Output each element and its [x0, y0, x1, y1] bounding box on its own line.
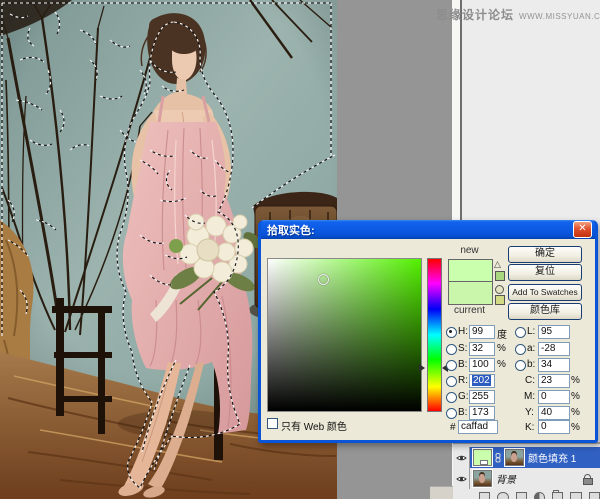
- y-input[interactable]: [538, 406, 570, 420]
- radio-r[interactable]: [446, 376, 457, 387]
- close-icon[interactable]: ✕: [573, 221, 592, 238]
- c-unit: %: [571, 375, 580, 386]
- s-input[interactable]: [469, 342, 495, 356]
- ok-button[interactable]: 确定: [508, 246, 582, 263]
- visibility-toggle[interactable]: [454, 447, 470, 468]
- hue-slider[interactable]: [427, 258, 442, 412]
- new-layer-icon[interactable]: [570, 492, 581, 499]
- b-lab-label: b:: [527, 359, 535, 370]
- radio-a[interactable]: [515, 344, 526, 355]
- add-to-swatches-button[interactable]: Add To Swatches: [508, 284, 582, 301]
- color-field-marker[interactable]: [318, 274, 329, 285]
- reset-button[interactable]: 复位: [508, 264, 582, 281]
- m-unit: %: [571, 391, 580, 402]
- y-unit: %: [571, 407, 580, 418]
- r-selected-text: 202: [472, 375, 491, 386]
- layer-style-icon[interactable]: [497, 492, 508, 499]
- add-mask-icon[interactable]: [516, 492, 527, 499]
- m-input[interactable]: [538, 390, 570, 404]
- g-input[interactable]: [469, 390, 495, 404]
- b-rgb-label: B:: [458, 407, 467, 418]
- watermark: 思缘设计论坛 WWW.MISSYUAN.COM: [436, 6, 600, 23]
- delete-layer-icon[interactable]: [589, 492, 600, 499]
- color-libraries-button[interactable]: 颜色库: [508, 303, 582, 320]
- hex-input[interactable]: [458, 420, 498, 434]
- watermark-url: WWW.MISSYUAN.COM: [519, 12, 600, 21]
- b-rgb-input[interactable]: [469, 406, 495, 420]
- saturation-brightness-field[interactable]: [267, 258, 422, 412]
- current-color-label: current: [448, 305, 491, 316]
- web-safe-color-swatch[interactable]: [495, 295, 505, 305]
- radio-l[interactable]: [515, 327, 526, 338]
- layers-panel: 颜色填充 1 背景: [453, 442, 600, 499]
- k-input[interactable]: [538, 420, 570, 434]
- new-group-icon[interactable]: [552, 492, 563, 499]
- hex-prefix: #: [450, 422, 456, 433]
- photoshop-workspace: 思缘设计论坛 WWW.MISSYUAN.COM 拾取实色: ✕ new curr…: [0, 0, 600, 499]
- c-input[interactable]: [538, 374, 570, 388]
- s-label: S:: [458, 343, 467, 354]
- link-icon: [494, 453, 502, 463]
- scrollbar-corner[interactable]: [430, 486, 453, 499]
- layer-mask-thumbnail[interactable]: [505, 449, 524, 466]
- dialog-titlebar[interactable]: 拾取实色: ✕: [261, 220, 595, 239]
- hue-slider-left-arrow-icon[interactable]: [419, 364, 425, 372]
- web-only-label: 只有 Web 颜色: [281, 418, 347, 433]
- radio-b-hsb[interactable]: [446, 360, 457, 371]
- radio-g[interactable]: [446, 392, 457, 403]
- k-label: K:: [525, 422, 534, 433]
- gamut-warning-icon[interactable]: △: [494, 260, 501, 269]
- dialog-title: 拾取实色:: [267, 222, 315, 238]
- layers-panel-toolbar: [479, 489, 600, 499]
- watermark-forum-name: 思缘设计论坛: [436, 6, 514, 23]
- h-unit: 度: [497, 326, 507, 341]
- c-label: C:: [525, 375, 535, 386]
- lock-icon: [583, 474, 592, 484]
- b-hsb-label: B:: [458, 359, 467, 370]
- r-label: R:: [458, 375, 468, 386]
- web-safe-icon[interactable]: [495, 285, 504, 294]
- b-hsb-input[interactable]: [469, 358, 495, 372]
- layer-name[interactable]: 背景: [496, 471, 516, 486]
- color-picker-dialog: 拾取实色: ✕ new current △ 确定 复位 Add To Swatc…: [258, 220, 598, 443]
- gamut-color-swatch[interactable]: [495, 271, 505, 281]
- g-label: G:: [458, 391, 469, 402]
- radio-s[interactable]: [446, 344, 457, 355]
- k-unit: %: [571, 422, 580, 433]
- new-color-label: new: [448, 245, 491, 256]
- layer-row-color-fill[interactable]: 颜色填充 1: [454, 447, 600, 468]
- s-unit: %: [497, 343, 506, 354]
- radio-b-rgb[interactable]: [446, 408, 457, 419]
- layer-name[interactable]: 颜色填充 1: [528, 450, 576, 465]
- current-color-swatch[interactable]: [448, 281, 493, 305]
- h-input[interactable]: [469, 325, 495, 339]
- m-label: M:: [524, 391, 535, 402]
- b-hsb-unit: %: [497, 359, 506, 370]
- eye-icon: [456, 454, 467, 462]
- y-label: Y:: [525, 407, 534, 418]
- l-input[interactable]: [538, 325, 570, 339]
- b-lab-input[interactable]: [538, 358, 570, 372]
- h-label: H:: [458, 326, 468, 337]
- web-only-checkbox[interactable]: [267, 418, 278, 429]
- layer-row-background[interactable]: 背景: [454, 468, 600, 489]
- radio-h[interactable]: [446, 327, 457, 338]
- radio-b-lab[interactable]: [515, 360, 526, 371]
- l-label: L:: [527, 326, 535, 337]
- a-input[interactable]: [538, 342, 570, 356]
- visibility-toggle[interactable]: [454, 468, 470, 489]
- r-input[interactable]: 202: [469, 374, 495, 388]
- adjustment-layer-icon[interactable]: [534, 492, 545, 499]
- new-color-swatch: [448, 259, 493, 283]
- background-layer-thumbnail[interactable]: [473, 470, 492, 487]
- link-layers-icon[interactable]: [479, 492, 490, 499]
- a-label: a:: [527, 343, 535, 354]
- eye-icon: [456, 475, 467, 483]
- fill-layer-thumbnail[interactable]: [473, 449, 492, 466]
